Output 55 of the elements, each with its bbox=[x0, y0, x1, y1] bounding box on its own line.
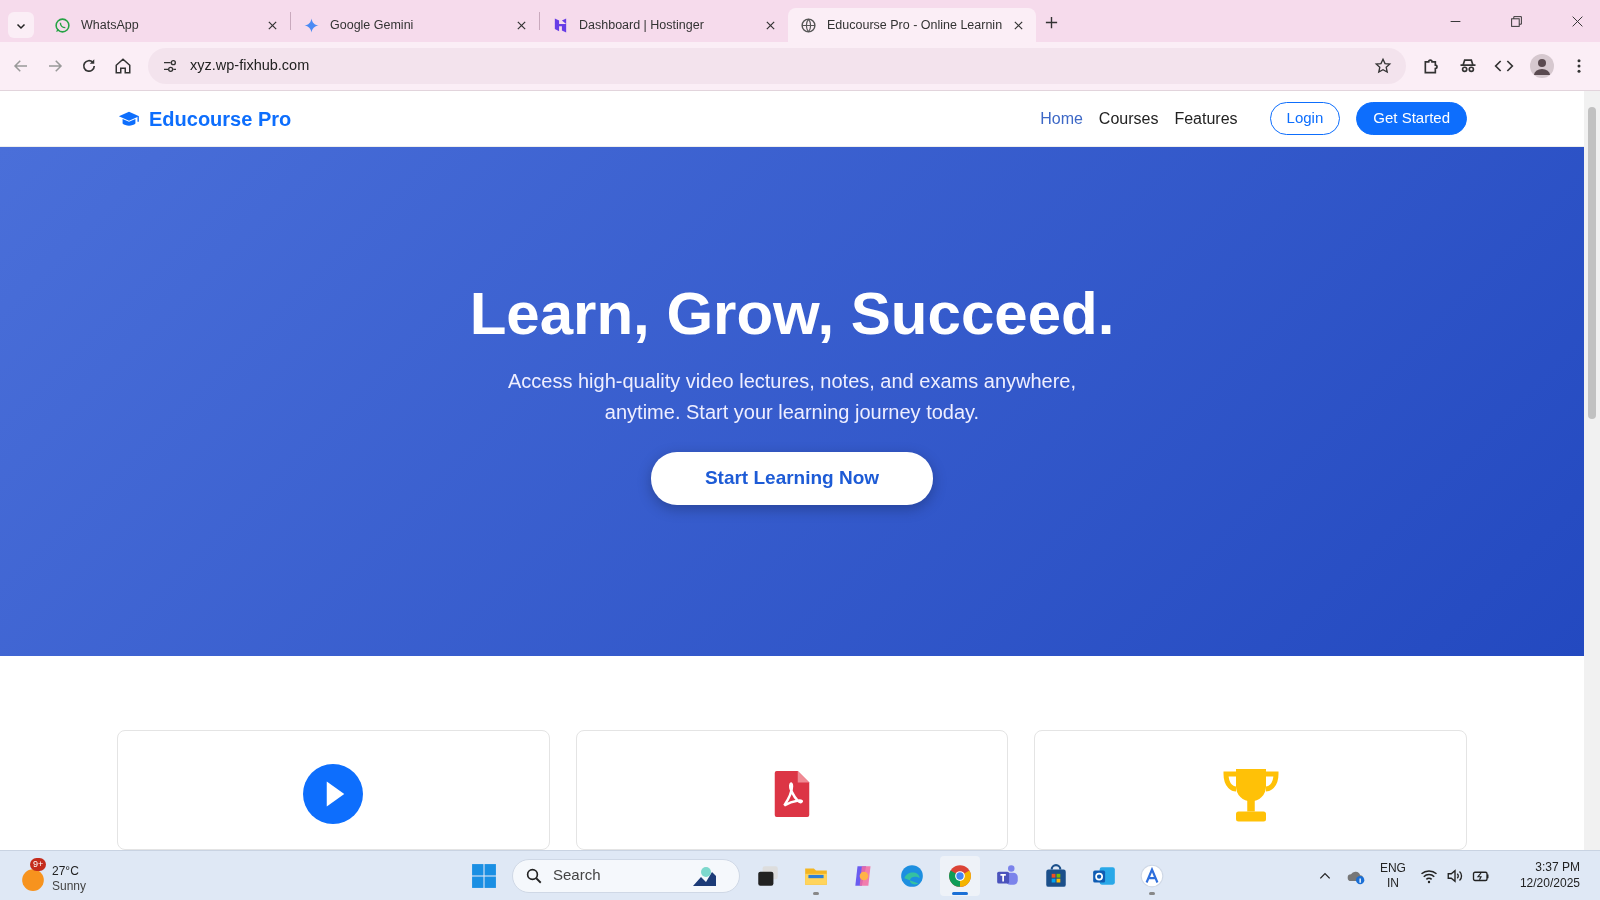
browser-tab[interactable]: Google Gemini bbox=[291, 8, 539, 42]
globe-icon bbox=[800, 16, 817, 34]
wave-circle-icon bbox=[899, 862, 925, 889]
temperature-text: 27°C bbox=[52, 864, 80, 879]
browser-tab[interactable]: Educourse Pro - Online Learnin bbox=[788, 8, 1036, 42]
weather-condition: Sunny bbox=[52, 878, 87, 893]
tab-list-button[interactable] bbox=[8, 12, 34, 38]
nav-link[interactable]: Courses bbox=[1098, 106, 1159, 131]
nav-link[interactable]: Features bbox=[1174, 106, 1238, 131]
sparkle-icon bbox=[303, 16, 320, 34]
chat-bubble-icon bbox=[54, 16, 71, 34]
chrome-circle-icon bbox=[947, 862, 973, 889]
get-started-button[interactable]: Get Started bbox=[1356, 102, 1467, 135]
tab-title: Educourse Pro - Online Learnin bbox=[827, 16, 1003, 34]
shopping-bag-icon bbox=[1043, 862, 1069, 889]
tab-title: WhatsApp bbox=[81, 16, 140, 34]
notification-count: 9+ bbox=[30, 858, 47, 871]
windows-logo-icon bbox=[471, 862, 497, 889]
hero-subtitle: Access high-quality video lectures, notes, and exams anywhere, anytime. Start your learning journey today. bbox=[506, 369, 1078, 426]
region-text: IN bbox=[1386, 875, 1399, 891]
letter-a-circle-icon bbox=[1139, 862, 1165, 889]
tab-title: Google Gemini bbox=[330, 16, 415, 34]
close-icon[interactable] bbox=[516, 19, 527, 31]
nav-link[interactable]: Home bbox=[1040, 106, 1083, 131]
search-placeholder: Search bbox=[553, 865, 602, 886]
profile-avatar-icon[interactable] bbox=[1530, 54, 1554, 78]
speaker-icon[interactable] bbox=[1445, 866, 1464, 885]
clock-date[interactable]: 12/20/2025 bbox=[1519, 875, 1580, 892]
browser-tab[interactable]: Dashboard | Hostinger bbox=[540, 8, 788, 42]
play-circle-icon bbox=[303, 764, 364, 824]
bookmark-star-icon[interactable] bbox=[1374, 57, 1392, 75]
hero-title: Learn, Grow, Succeed. bbox=[469, 279, 1115, 350]
letter-h-logo-icon bbox=[552, 16, 569, 34]
home-icon[interactable] bbox=[114, 57, 132, 75]
plus-icon[interactable] bbox=[1044, 15, 1059, 31]
weather-widget[interactable]: 9+ 27°C Sunny bbox=[20, 858, 87, 893]
browser-tab[interactable]: WhatsApp bbox=[42, 8, 290, 42]
start-learning-button[interactable]: Start Learning Now bbox=[650, 452, 934, 505]
search-icon bbox=[525, 866, 543, 885]
close-icon[interactable] bbox=[1571, 14, 1584, 28]
site-settings-icon[interactable] bbox=[162, 58, 178, 74]
address-bar[interactable]: xyz.wp-fixhub.com bbox=[148, 48, 1406, 84]
close-icon[interactable] bbox=[1013, 19, 1024, 31]
close-icon[interactable] bbox=[267, 19, 278, 31]
url-text: xyz.wp-fixhub.com bbox=[190, 56, 311, 76]
close-icon[interactable] bbox=[765, 19, 776, 31]
reload-icon[interactable] bbox=[80, 57, 98, 75]
clock-time[interactable]: 3:37 PM bbox=[1535, 859, 1580, 876]
brand-link[interactable]: Educourse Pro bbox=[117, 103, 292, 134]
scrollbar[interactable] bbox=[1584, 91, 1600, 850]
language-text: ENG bbox=[1379, 860, 1406, 876]
restore-icon[interactable] bbox=[1510, 14, 1523, 28]
taskbar-search-field[interactable]: Search bbox=[512, 858, 740, 893]
tab-title: Dashboard | Hostinger bbox=[579, 16, 705, 34]
language-indicator[interactable]: ENG IN bbox=[1379, 860, 1406, 891]
